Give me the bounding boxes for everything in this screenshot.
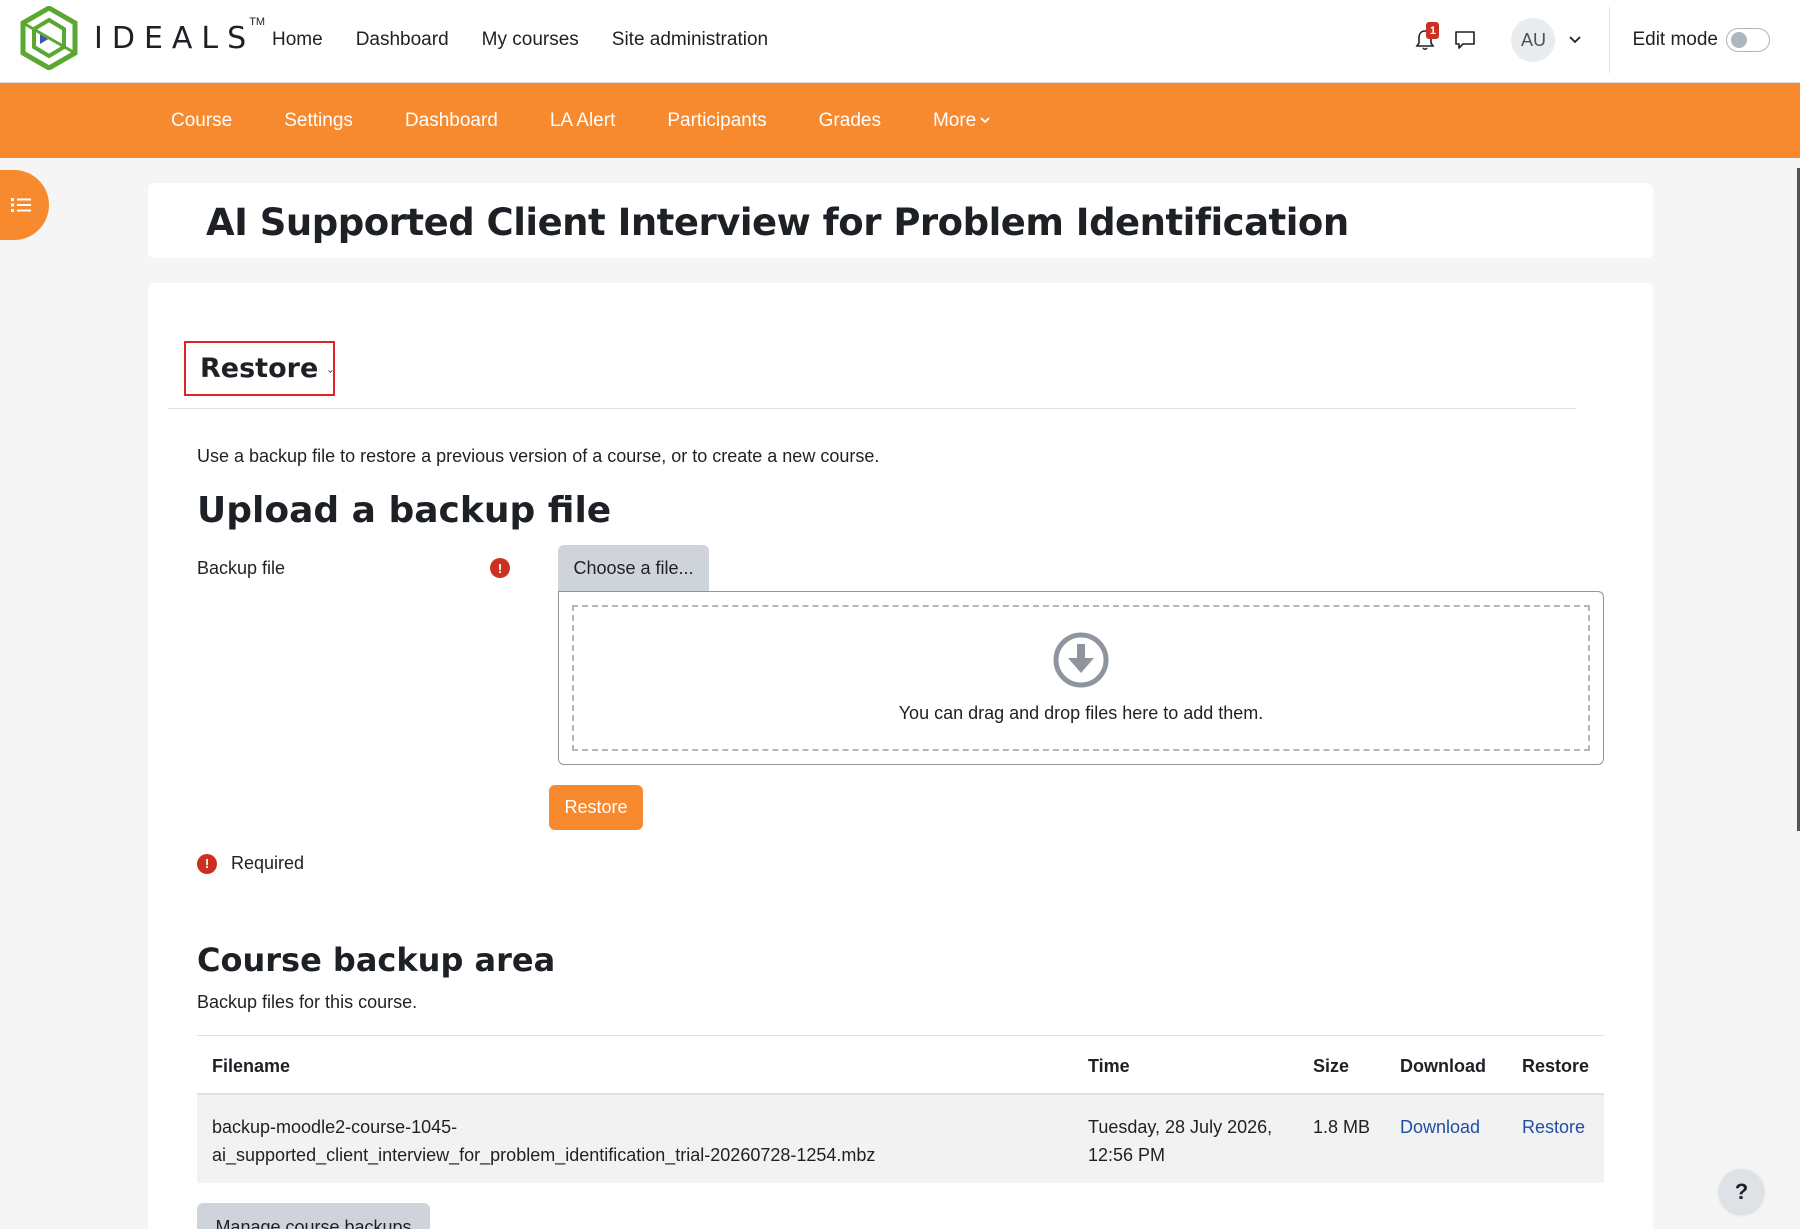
main-content: Restore Use a backup file to restore a p…	[148, 283, 1653, 1229]
file-dropzone[interactable]: You can drag and drop files here to add …	[558, 591, 1604, 765]
tab-dashboard[interactable]: Dashboard	[405, 110, 498, 132]
brand-tm: TM	[249, 16, 266, 28]
time-line-1: Tuesday, 28 July 2026,	[1088, 1117, 1273, 1137]
backup-area-description: Backup files for this course.	[197, 992, 418, 1012]
dropzone-text: You can drag and drop files here to add …	[898, 703, 1264, 723]
course-secondary-nav: Course Settings Dashboard LA Alert Parti…	[0, 83, 1800, 158]
col-restore: Restore	[1522, 1056, 1590, 1076]
choose-file-button[interactable]: Choose a file...	[558, 545, 709, 591]
page-title: AI Supported Client Interview for Proble…	[206, 201, 1349, 244]
col-filename: Filename	[212, 1056, 291, 1076]
tab-course[interactable]: Course	[171, 110, 232, 132]
list-icon	[10, 198, 31, 212]
backup-area-heading: Course backup area	[197, 941, 556, 979]
arrow-down-circle-icon	[1053, 632, 1109, 688]
required-legend: ! Required	[197, 853, 304, 874]
table-row: backup-moodle2-course-1045- ai_supported…	[197, 1095, 1604, 1183]
row-filename: backup-moodle2-course-1045- ai_supported…	[212, 1113, 875, 1169]
brand-name: IDEALS	[94, 20, 256, 56]
messages-button[interactable]	[1445, 20, 1485, 60]
notification-count-badge: 1	[1426, 22, 1440, 39]
manage-course-backups-button[interactable]: Manage course backups	[197, 1203, 430, 1229]
restore-button[interactable]: Restore	[549, 785, 643, 830]
tab-more-label: More	[932, 109, 977, 131]
restore-select-label: Restore	[200, 353, 319, 384]
upload-heading: Upload a backup file	[197, 490, 612, 531]
tab-participants[interactable]: Participants	[667, 110, 766, 132]
page-header: AI Supported Client Interview for Proble…	[148, 183, 1653, 258]
row-restore-cell: Restore	[1522, 1113, 1585, 1141]
col-download: Download	[1400, 1056, 1486, 1076]
edit-mode-toggle[interactable]	[1726, 28, 1770, 52]
chevron-down-icon	[980, 117, 990, 124]
table-header: Filename Time Size Download Restore	[197, 1035, 1604, 1095]
restore-action-select[interactable]: Restore	[184, 341, 335, 396]
tab-la-alert[interactable]: LA Alert	[550, 110, 616, 132]
row-size: 1.8 MB	[1313, 1117, 1371, 1137]
edit-mode-control: Edit mode	[1632, 28, 1770, 52]
notifications-button[interactable]: 1	[1405, 20, 1445, 60]
required-icon: !	[490, 558, 510, 578]
user-menu-toggle[interactable]	[1563, 20, 1587, 60]
navbar-divider	[1609, 7, 1611, 73]
backup-file-label: Backup file	[197, 558, 286, 578]
brand-logo[interactable]: IDEALS TM	[20, 6, 271, 70]
tab-more[interactable]: More	[933, 110, 990, 132]
help-button[interactable]: ?	[1719, 1169, 1764, 1214]
nav-dashboard[interactable]: Dashboard	[356, 29, 449, 51]
nav-site-administration[interactable]: Site administration	[612, 29, 768, 51]
edit-mode-label: Edit mode	[1632, 29, 1718, 50]
chat-bubble-icon	[1455, 31, 1476, 49]
dropzone-area: You can drag and drop files here to add …	[572, 605, 1590, 751]
backup-files-table: Filename Time Size Download Restore back…	[197, 1035, 1604, 1183]
nav-my-courses[interactable]: My courses	[482, 29, 579, 51]
required-icon: !	[197, 853, 217, 874]
restore-link[interactable]: Restore	[1522, 1117, 1585, 1137]
time-line-2: 12:56 PM	[1088, 1145, 1166, 1165]
course-index-toggle[interactable]	[0, 170, 49, 240]
restore-intro-text: Use a backup file to restore a previous …	[197, 446, 880, 466]
top-navbar: IDEALS TM Home Dashboard My courses Site…	[0, 0, 1800, 83]
section-divider	[168, 408, 1576, 409]
tab-grades[interactable]: Grades	[819, 110, 881, 132]
primary-nav: Home Dashboard My courses Site administr…	[272, 0, 801, 80]
row-download-cell: Download	[1400, 1113, 1480, 1141]
col-size: Size	[1313, 1056, 1350, 1076]
col-time: Time	[1088, 1056, 1130, 1076]
tab-settings[interactable]: Settings	[284, 110, 353, 132]
row-time: Tuesday, 28 July 2026, 12:56 PM	[1088, 1113, 1272, 1169]
nav-home[interactable]: Home	[272, 29, 323, 51]
navbar-right: 1 AU Edit mode	[1405, 0, 1800, 80]
chevron-down-icon	[1569, 36, 1582, 44]
filename-line-1: backup-moodle2-course-1045-	[212, 1117, 458, 1137]
download-link[interactable]: Download	[1400, 1117, 1480, 1137]
chevron-down-icon	[328, 370, 333, 373]
required-label: Required	[231, 853, 305, 873]
user-avatar[interactable]: AU	[1511, 18, 1556, 62]
filename-line-2: ai_supported_client_interview_for_proble…	[212, 1145, 876, 1165]
ideals-logo-icon	[20, 6, 78, 70]
